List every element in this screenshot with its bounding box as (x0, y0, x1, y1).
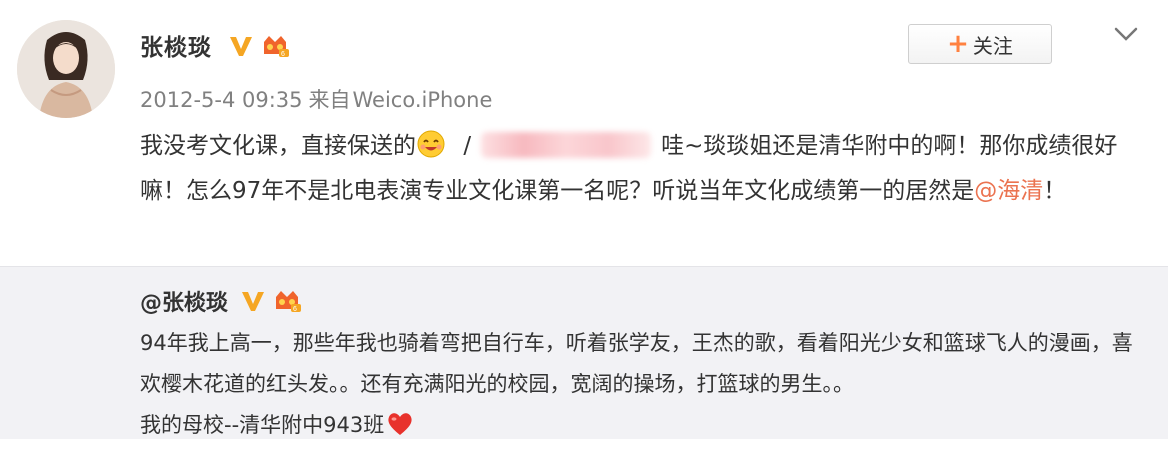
heart-icon (386, 410, 414, 436)
post-source[interactable]: Weico.iPhone (353, 88, 493, 112)
author-name[interactable]: 张棪琰 (140, 28, 212, 62)
vip-level-icon[interactable]: 6 (260, 34, 289, 58)
redacted-username (481, 132, 652, 158)
repost-text: 94年我上高一，那些年我也骑着弯把自行车，听着张学友，王杰的歌，看着阳光少女和篮… (140, 323, 1140, 446)
post-text: 我没考文化课，直接保送的 / 哇~琰琰姐还是清华附中的啊！那你成绩很好嘛！怎么97… (140, 124, 1140, 214)
vip-level-icon[interactable]: 6 (272, 289, 301, 313)
avatar[interactable] (17, 20, 115, 118)
follow-button[interactable]: + 关注 (908, 24, 1052, 64)
verified-v-icon[interactable] (240, 289, 266, 313)
follow-label: 关注 (972, 33, 1013, 58)
repost-author-name[interactable]: @张棪琰 (140, 291, 228, 316)
post-text-slash: / (463, 133, 472, 159)
repost-block: @张棪琰 6 94年我上高一，那些年我也骑着弯把自行车，听着张学友，王杰的歌，看… (0, 266, 1168, 439)
svg-text:6: 6 (281, 51, 285, 58)
svg-text:6: 6 (293, 306, 297, 313)
plus-icon: + (947, 29, 969, 59)
source-prefix: 来自 (308, 88, 351, 112)
post-text-part1: 我没考文化课，直接保送的 (140, 133, 416, 159)
repost-text-line1: 94年我上高一，那些年我也骑着弯把自行车，听着张学友，王杰的歌，看着阳光少女和篮… (140, 331, 1133, 396)
chevron-down-icon[interactable] (1112, 24, 1140, 44)
post-meta: 2012-5-4 09:35 来自Weico.iPhone (140, 84, 498, 114)
repost-author[interactable]: @张棪琰 (140, 285, 228, 317)
smiling-emoji-icon (416, 129, 446, 159)
repost-text-line2: 我的母校--清华附中943班 (140, 413, 385, 437)
post-date[interactable]: 2012-5-4 09:35 (140, 88, 303, 112)
post-text-end: ！ (1043, 178, 1067, 204)
verified-v-icon[interactable] (228, 34, 254, 58)
mention-link[interactable]: @海清 (974, 178, 1043, 204)
